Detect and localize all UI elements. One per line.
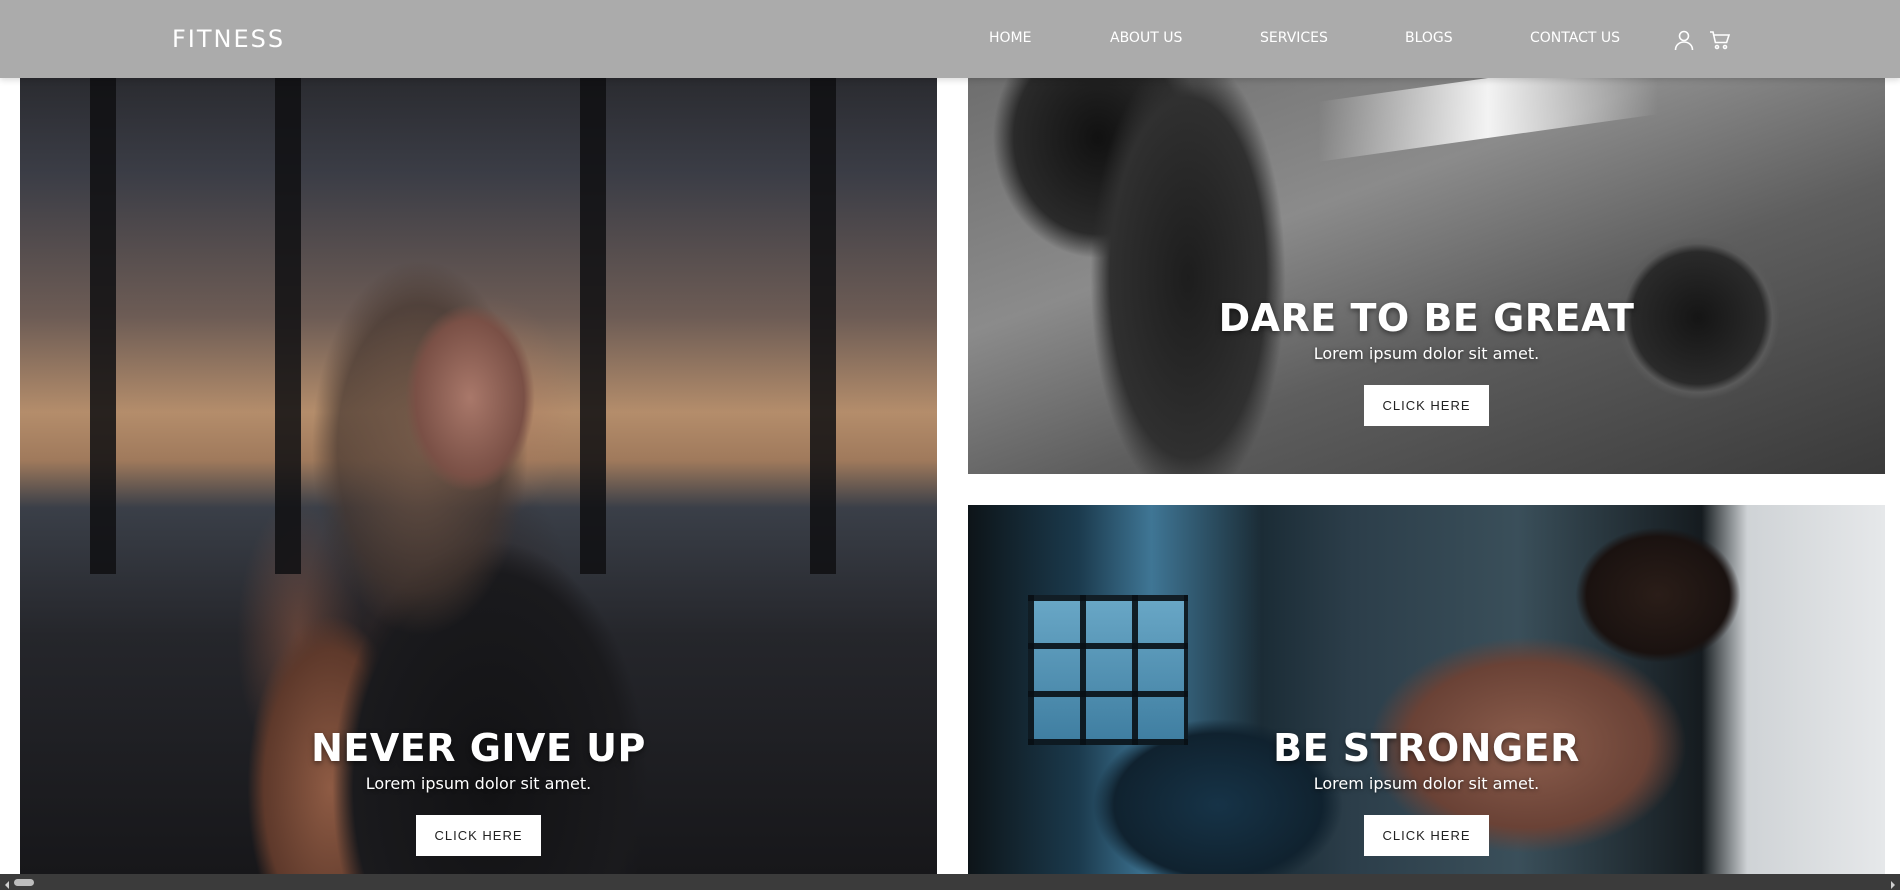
promo-card-never-give-up: NEVER GIVE UP Lorem ipsum dolor sit amet… — [20, 78, 937, 874]
card-title: DARE TO BE GREAT — [1218, 296, 1635, 340]
card-caption: NEVER GIVE UP Lorem ipsum dolor sit amet… — [20, 726, 937, 856]
scrollbar-thumb[interactable] — [14, 879, 34, 886]
promo-card-be-stronger: BE STRONGER Lorem ipsum dolor sit amet. … — [968, 505, 1885, 874]
horizontal-scrollbar[interactable] — [0, 874, 1900, 890]
promo-card-dare-to-be-great: DARE TO BE GREAT Lorem ipsum dolor sit a… — [968, 78, 1885, 474]
card-caption: DARE TO BE GREAT Lorem ipsum dolor sit a… — [968, 296, 1885, 426]
nav-link-home[interactable]: HOME — [989, 30, 1031, 46]
nav-link-about-us[interactable]: ABOUT US — [1110, 30, 1182, 46]
scroll-left-arrow-icon[interactable] — [2, 877, 12, 889]
click-here-button[interactable]: CLICK HERE — [416, 815, 541, 856]
scroll-right-arrow-icon[interactable] — [1888, 877, 1898, 889]
card-subtitle: Lorem ipsum dolor sit amet. — [365, 774, 592, 793]
cart-icon[interactable] — [1708, 28, 1732, 52]
brand-logo[interactable]: FITNESS — [172, 25, 285, 53]
top-navbar: FITNESS HOME ABOUT US SERVICES BLOGS CON… — [0, 0, 1900, 78]
nav-link-blogs[interactable]: BLOGS — [1405, 30, 1453, 46]
card-title: BE STRONGER — [1273, 726, 1580, 770]
click-here-button[interactable]: CLICK HERE — [1364, 385, 1489, 426]
user-icon[interactable] — [1672, 28, 1696, 52]
click-here-button[interactable]: CLICK HERE — [1364, 815, 1489, 856]
card-caption: BE STRONGER Lorem ipsum dolor sit amet. … — [968, 726, 1885, 856]
card-subtitle: Lorem ipsum dolor sit amet. — [1313, 344, 1540, 363]
page-left-gutter — [0, 78, 20, 874]
nav-link-contact-us[interactable]: CONTACT US — [1530, 30, 1620, 46]
card-title: NEVER GIVE UP — [311, 726, 646, 770]
card-subtitle: Lorem ipsum dolor sit amet. — [1313, 774, 1540, 793]
nav-link-services[interactable]: SERVICES — [1260, 30, 1328, 46]
